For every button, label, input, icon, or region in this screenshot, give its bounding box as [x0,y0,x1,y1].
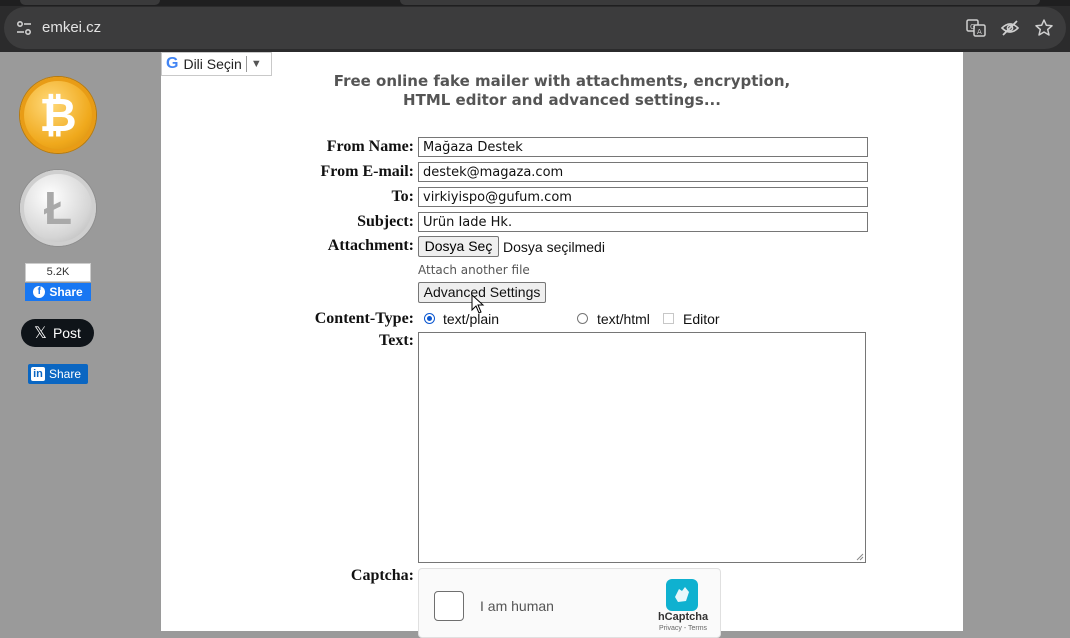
captcha-checkbox-label: I am human [480,598,554,614]
text-html-radio[interactable] [577,313,588,324]
attachment-label: Attachment: [327,237,414,254]
page-title-line-1: Free online fake mailer with attachments… [333,72,791,90]
facebook-share-button[interactable]: f Share [25,283,91,301]
from-email-label: From E-mail: [320,163,414,180]
subject-label: Subject: [357,213,414,230]
right-margin [963,52,1070,631]
text-label: Text: [379,332,414,349]
language-selector-label: Dili Seçin [183,56,242,72]
captcha-label: Captcha: [350,567,414,584]
content-type-label: Content-Type: [314,310,414,327]
browser-tab[interactable] [400,0,1040,5]
svg-text:A: A [977,28,982,36]
address-bar[interactable]: emkei.cz GA [4,7,1066,49]
mouse-cursor-icon [471,294,485,314]
editor-checkbox[interactable] [663,313,674,324]
text-html-label[interactable]: text/html [597,311,650,327]
from-name-input[interactable] [418,137,868,157]
editor-label[interactable]: Editor [683,311,720,327]
text-plain-radio[interactable] [424,313,435,324]
bitcoin-icon[interactable]: ₿ [20,77,96,153]
url-text[interactable]: emkei.cz [42,19,101,36]
to-input[interactable] [418,187,868,207]
choose-file-button[interactable]: Dosya Seç [418,236,499,257]
litecoin-symbol: Ł [43,182,73,234]
x-post-label: Post [52,325,81,341]
linkedin-share-button[interactable]: in Share [28,364,88,384]
from-email-input[interactable] [418,162,868,182]
message-textarea[interactable] [418,332,866,563]
hcaptcha-brand: hCaptcha [657,611,709,623]
resize-handle-icon[interactable] [856,553,864,561]
file-status-text: Dosya seçilmedi [503,239,605,255]
page-title-line-2: HTML editor and advanced settings... [403,91,721,109]
facebook-icon: f [33,286,46,298]
hcaptcha-logo-icon [666,579,698,611]
chevron-down-icon: ▼ [250,58,262,70]
x-post-button[interactable]: 𝕏 Post [21,319,94,347]
browser-toolbar: emkei.cz GA [0,0,1070,52]
litecoin-icon[interactable]: Ł [20,170,96,246]
facebook-share-count: 5.2K [25,263,91,282]
browser-tab[interactable] [20,0,160,5]
bitcoin-symbol: ₿ [39,89,77,141]
from-name-label: From Name: [326,138,414,155]
bookmark-star-icon[interactable] [1032,16,1056,40]
page-title: Free online fake mailer with attachments… [161,72,963,110]
svg-text:G: G [970,23,975,31]
facebook-share-label: Share [49,285,83,299]
linkedin-icon: in [31,367,45,381]
subject-input[interactable] [418,212,868,232]
to-label: To: [391,188,414,205]
attach-another-file-link[interactable]: Attach another file [418,263,530,277]
divider [245,56,247,72]
translate-icon[interactable]: GA [964,16,988,40]
linkedin-share-label: Share [49,367,82,381]
captcha-checkbox[interactable] [434,591,464,621]
eye-slash-icon[interactable] [998,16,1022,40]
hcaptcha-widget: I am human hCaptcha Privacy - Terms [418,568,721,638]
site-settings-icon[interactable] [14,18,34,38]
x-logo-icon: 𝕏 [34,325,47,342]
google-logo-icon: G [166,55,179,72]
